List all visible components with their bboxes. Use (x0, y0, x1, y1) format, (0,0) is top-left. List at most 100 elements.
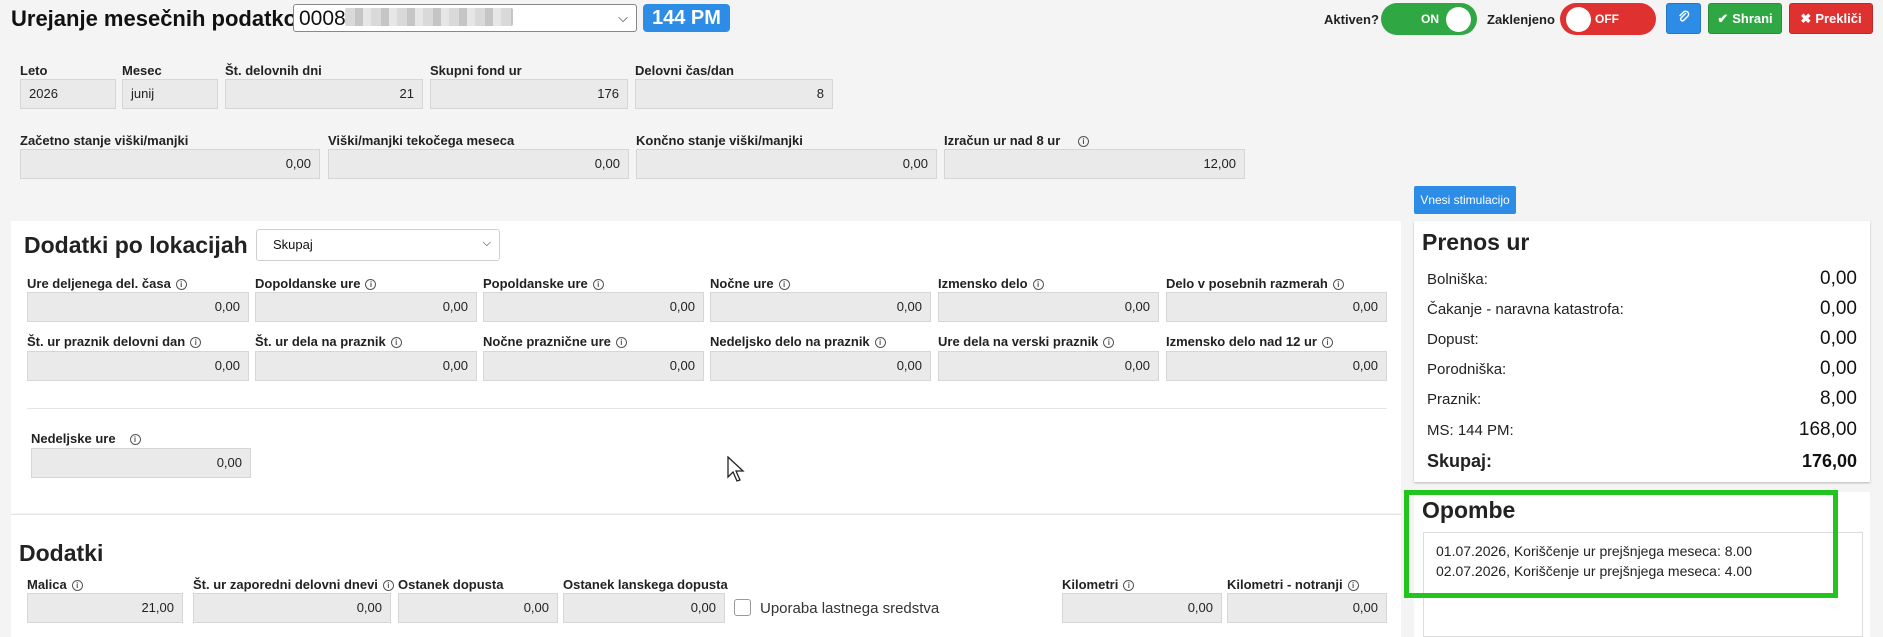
holiday-workday-field[interactable]: 0,00 (27, 351, 249, 381)
info-icon[interactable]: i (874, 337, 886, 348)
toggle-knob (1566, 7, 1591, 32)
save-button[interactable]: ✔ Shrani (1708, 3, 1782, 34)
consecutive-days-field[interactable]: 0,00 (193, 593, 391, 623)
transfer-row-label: MS: 144 PM: (1427, 421, 1514, 439)
info-icon[interactable]: i (778, 279, 790, 290)
transfer-row-waiting: Čakanje - naravna katastrofa: 0,00 (1427, 297, 1857, 321)
meal-field[interactable]: 21,00 (27, 593, 183, 623)
night-hours-field[interactable]: 0,00 (710, 292, 931, 322)
consecutive-days-label: Št. ur zaporedni delovni dnevi i (193, 577, 394, 592)
year-label: Leto (20, 63, 48, 78)
transfer-row-leave: Dopust: 0,00 (1427, 327, 1857, 351)
info-icon[interactable]: i (390, 337, 402, 348)
page-title: Urejanje mesečnih podatkov za (11, 6, 339, 31)
over-8-label: Izračun ur nad 8 ur i (944, 133, 1089, 148)
work-days-field[interactable]: 21 (225, 79, 423, 109)
info-icon[interactable]: i (1103, 337, 1115, 348)
location-select-value: Skupaj (273, 237, 313, 252)
hours-transfer-title: Prenos ur (1422, 229, 1530, 255)
employee-name-redacted (345, 8, 513, 26)
transfer-row-total: Skupaj: 176,00 (1427, 449, 1857, 473)
active-toggle[interactable]: ON (1381, 3, 1477, 35)
month-label: Mesec (122, 63, 162, 78)
leave-left-field[interactable]: 0,00 (398, 593, 558, 623)
split-time-field[interactable]: 0,00 (27, 292, 249, 322)
afternoon-hours-label: Popoldanske ure i (483, 276, 604, 291)
km-field[interactable]: 0,00 (1062, 593, 1222, 623)
last-year-leave-field[interactable]: 0,00 (563, 593, 725, 623)
over-8-label-text: Izračun ur nad 8 ur (944, 133, 1061, 148)
over-8-field[interactable]: 12,00 (944, 149, 1245, 179)
info-icon[interactable]: i (365, 279, 377, 290)
save-button-label: Shrani (1732, 11, 1773, 26)
info-icon[interactable]: i (1332, 279, 1344, 290)
split-time-label-text: Ure deljenega del. časa (27, 276, 171, 291)
cancel-button[interactable]: ✖ Prekliči (1789, 3, 1873, 34)
split-time-label: Ure deljenega del. časa i (27, 276, 187, 291)
info-icon[interactable]: i (190, 337, 202, 348)
info-icon[interactable]: i (1347, 580, 1359, 591)
religious-holiday-field[interactable]: 0,00 (938, 351, 1159, 381)
locked-label: Zaklenjeno (1487, 12, 1555, 27)
month-field[interactable]: junij (122, 79, 218, 109)
info-icon[interactable]: i (615, 337, 627, 348)
total-hours-field[interactable]: 176 (430, 79, 628, 109)
toggle-knob (1446, 7, 1471, 32)
chevron-down-icon: ⌵ (482, 237, 491, 249)
add-stimulation-button[interactable]: Vnesi stimulacijo (1414, 186, 1516, 214)
sunday-hours-field[interactable]: 0,00 (31, 448, 251, 478)
holiday-work-label-text: Št. ur dela na praznik (255, 334, 386, 349)
check-icon: ✔ (1717, 10, 1729, 26)
info-icon[interactable]: i (592, 279, 604, 290)
afternoon-hours-label-text: Popoldanske ure (483, 276, 588, 291)
active-toggle-text: ON (1421, 12, 1439, 26)
sunday-holiday-field[interactable]: 0,00 (710, 351, 931, 381)
start-balance-field[interactable]: 0,00 (20, 149, 320, 179)
leave-left-label: Ostanek dopusta (398, 577, 504, 592)
active-label: Aktiven? (1324, 12, 1379, 27)
info-icon[interactable]: i (129, 434, 141, 445)
shift-over-12-field[interactable]: 0,00 (1166, 351, 1387, 381)
transfer-row-ms: MS: 144 PM: 168,00 (1427, 418, 1857, 442)
km-internal-label-text: Kilometri - notranji (1227, 577, 1343, 592)
morning-hours-field[interactable]: 0,00 (255, 292, 477, 322)
info-icon[interactable]: i (1032, 279, 1044, 290)
work-time-label: Delovni čas/dan (635, 63, 734, 78)
top-bar: Urejanje mesečnih podatkov za 0008 ⌵ 144… (0, 0, 1883, 36)
religious-holiday-label: Ure dela na verski praznik i (938, 334, 1115, 349)
attachment-button[interactable] (1666, 3, 1701, 34)
own-vehicle-checkbox[interactable] (734, 599, 751, 616)
transfer-row-value: 0,00 (1820, 268, 1857, 289)
locked-toggle-text: OFF (1595, 12, 1619, 26)
year-field[interactable]: 2026 (20, 79, 116, 109)
location-select[interactable]: Skupaj ⌵ (256, 229, 500, 261)
religious-holiday-label-text: Ure dela na verski praznik (938, 334, 1099, 349)
highlight-box (1404, 490, 1838, 598)
transfer-row-maternity: Porodniška: 0,00 (1427, 357, 1857, 381)
morning-hours-label-text: Dopoldanske ure (255, 276, 361, 291)
holiday-work-field[interactable]: 0,00 (255, 351, 477, 381)
shift-work-field[interactable]: 0,00 (938, 292, 1159, 322)
night-holiday-field[interactable]: 0,00 (483, 351, 704, 381)
info-icon[interactable]: i (382, 580, 394, 591)
end-balance-field[interactable]: 0,00 (636, 149, 937, 179)
locked-toggle[interactable]: OFF (1560, 3, 1656, 35)
special-conditions-field[interactable]: 0,00 (1166, 292, 1387, 322)
work-time-field[interactable]: 8 (635, 79, 833, 109)
info-icon[interactable]: i (175, 279, 187, 290)
info-icon[interactable]: i (1123, 580, 1135, 591)
transfer-row-holiday: Praznik: 8,00 (1427, 387, 1857, 411)
transfer-total-value: 176,00 (1801, 450, 1857, 471)
transfer-row-value: 8,00 (1820, 388, 1857, 409)
current-balance-field[interactable]: 0,00 (328, 149, 629, 179)
locations-title: Dodatki po lokacijah (24, 232, 248, 258)
info-icon[interactable]: i (71, 580, 83, 591)
km-internal-field[interactable]: 0,00 (1227, 593, 1387, 623)
info-icon[interactable]: i (1077, 136, 1089, 147)
shift-work-label-text: Izmensko delo (938, 276, 1028, 291)
consecutive-days-label-text: Št. ur zaporedni delovni dnevi (193, 577, 378, 592)
info-icon[interactable]: i (1322, 337, 1333, 348)
holiday-workday-label-text: Št. ur praznik delovni dan (27, 334, 186, 349)
shift-over-12-label: Izmensko delo nad 12 ur i (1166, 334, 1333, 349)
afternoon-hours-field[interactable]: 0,00 (483, 292, 704, 322)
